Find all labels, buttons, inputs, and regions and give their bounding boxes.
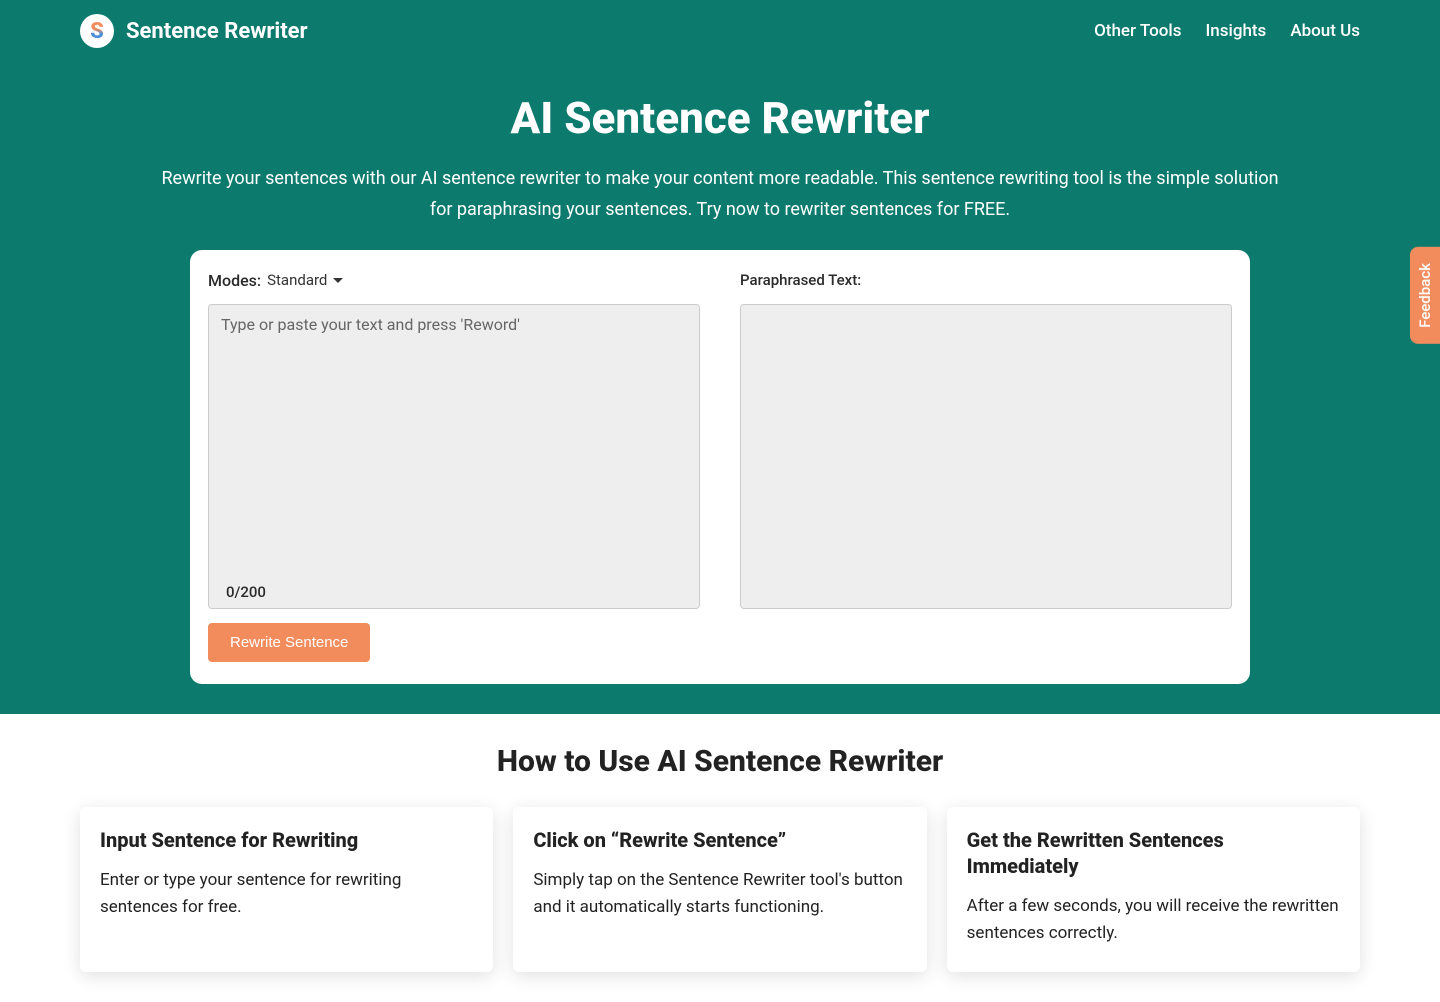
output-label: Paraphrased Text:	[740, 271, 861, 289]
nav-link-other-tools[interactable]: Other Tools	[1094, 21, 1181, 41]
howto-title: How to Use AI Sentence Rewriter	[80, 744, 1360, 779]
rewrite-button[interactable]: Rewrite Sentence	[208, 623, 370, 662]
howto-cards-row: Input Sentence for Rewriting Enter or ty…	[80, 807, 1360, 972]
output-header-row: Paraphrased Text:	[740, 268, 1232, 292]
tool-card: Modes: Standard 0/200 Rewrite Sentence P…	[190, 250, 1250, 684]
page-title: AI Sentence Rewriter	[0, 92, 1440, 144]
modes-label: Modes:	[208, 271, 261, 290]
tool-output-column: Paraphrased Text:	[740, 268, 1232, 662]
card-body: Enter or type your sentence for rewritin…	[100, 867, 473, 920]
tool-input-column: Modes: Standard 0/200 Rewrite Sentence	[208, 268, 700, 662]
hero-section: S Sentence Rewriter Other Tools Insights…	[0, 0, 1440, 714]
brand-logo[interactable]: S Sentence Rewriter	[80, 14, 308, 48]
card-title: Click on “Rewrite Sentence”	[533, 827, 906, 853]
nav-link-insights[interactable]: Insights	[1205, 21, 1266, 41]
card-body: After a few seconds, you will receive th…	[967, 893, 1340, 946]
logo-icon: S	[80, 14, 114, 48]
card-body: Simply tap on the Sentence Rewriter tool…	[533, 867, 906, 920]
brand-name: Sentence Rewriter	[126, 19, 308, 44]
nav-link-about-us[interactable]: About Us	[1290, 21, 1360, 41]
feedback-tab[interactable]: Feedback	[1410, 247, 1440, 344]
input-textarea[interactable]	[208, 304, 700, 609]
chevron-down-icon	[333, 278, 343, 283]
howto-card: Input Sentence for Rewriting Enter or ty…	[80, 807, 493, 972]
nav-links: Other Tools Insights About Us	[1094, 21, 1360, 41]
card-title: Input Sentence for Rewriting	[100, 827, 473, 853]
mode-dropdown[interactable]: Standard	[267, 271, 343, 289]
navbar: S Sentence Rewriter Other Tools Insights…	[0, 0, 1440, 62]
howto-section: How to Use AI Sentence Rewriter Input Se…	[0, 714, 1440, 1002]
card-title: Get the Rewritten Sentences Immediately	[967, 827, 1340, 879]
selected-mode: Standard	[267, 271, 327, 289]
modes-row: Modes: Standard	[208, 268, 700, 292]
page-subtitle: Rewrite your sentences with our AI sente…	[130, 164, 1310, 225]
howto-card: Get the Rewritten Sentences Immediately …	[947, 807, 1360, 972]
howto-card: Click on “Rewrite Sentence” Simply tap o…	[513, 807, 926, 972]
char-counter: 0/200	[226, 583, 266, 601]
output-textarea[interactable]	[740, 304, 1232, 609]
input-wrapper: 0/200	[208, 304, 700, 613]
logo-letter: S	[90, 19, 104, 44]
